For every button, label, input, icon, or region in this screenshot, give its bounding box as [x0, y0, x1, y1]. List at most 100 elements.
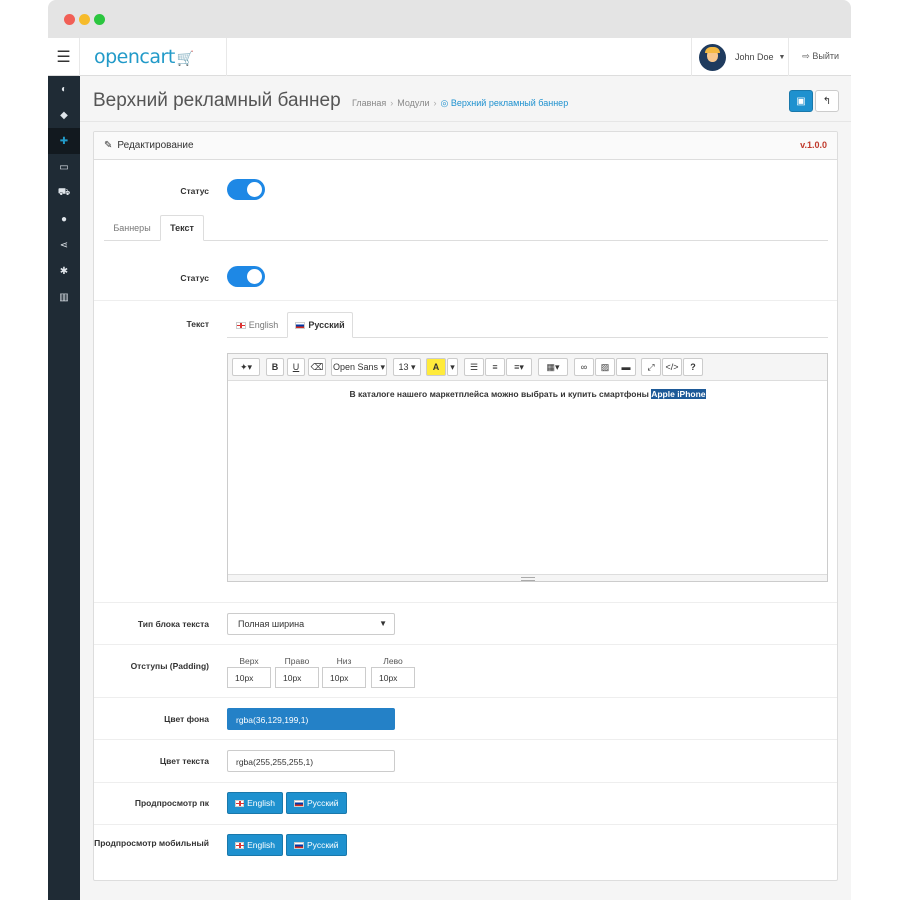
tab-lang-russian-label: Русский [308, 320, 345, 330]
text-color-button[interactable]: A [426, 358, 446, 376]
padding-right-input[interactable]: 10px [275, 667, 319, 688]
preview-mobile-russian-button[interactable]: Русский [286, 834, 347, 856]
preview-pc-label: Продпросмотр пк [134, 798, 209, 808]
editor-text: В каталоге нашего маркетплейса можно выб… [349, 389, 652, 399]
back-button[interactable]: ↰ [815, 90, 839, 112]
bar-chart-icon: ▥ [59, 291, 69, 303]
padding-bottom-label: Низ [336, 656, 352, 666]
divider [94, 824, 837, 825]
breadcrumb-home[interactable]: Главная [352, 98, 386, 108]
eraser-icon: ⌫ [310, 361, 324, 372]
fullscreen-button[interactable]: ⤢ [641, 358, 661, 376]
magic-wand-icon: ✦▾ [239, 361, 253, 372]
bold-button[interactable]: B [266, 358, 284, 376]
text-label: Текст [186, 319, 209, 329]
sidebar-item-marketing[interactable]: ⋖ [48, 232, 80, 258]
fullscreen-icon: ⤢ [647, 361, 655, 372]
share-icon: ⋖ [59, 239, 69, 251]
video-button[interactable]: ▬ [616, 358, 636, 376]
version-label: v.1.0.0 [800, 140, 827, 150]
breadcrumb: Главная › Модули › ◎ Верхний рекламный банне… [352, 98, 568, 109]
save-button[interactable]: ▣ [789, 90, 813, 112]
padding-left-input[interactable]: 10px [371, 667, 415, 688]
tab-text[interactable]: Текст [160, 215, 204, 241]
sidebar-item-catalog[interactable]: ◆ [48, 102, 80, 128]
sidebar-item-system[interactable]: ✱ [48, 258, 80, 284]
font-size-select[interactable]: 13 ▾ [393, 358, 421, 376]
underline-icon: U [292, 362, 300, 372]
text-color-label: Цвет текста [159, 756, 209, 766]
text-status-toggle[interactable] [227, 266, 265, 287]
underline-button[interactable]: U [287, 358, 305, 376]
help-button[interactable]: ? [683, 358, 703, 376]
preview-pc-russian-button[interactable]: Русский [286, 792, 347, 814]
ordered-list-button[interactable]: ≡ [485, 358, 505, 376]
sidebar-item-dashboard[interactable]: ◐ [48, 76, 80, 102]
chevron-down-icon: ▼ [778, 53, 786, 61]
text-color-input[interactable]: rgba(255,255,255,1) [227, 750, 395, 772]
rich-text-editor: ✦▾ B U ⌫ Open Sans ▾ 13 ▾ A ▾ ☰ ≡ ≡▾ ▦▾ … [227, 353, 828, 582]
main-content: Верхний рекламный баннер Главная › Модули ›… [80, 76, 851, 900]
editor-content[interactable]: В каталоге нашего маркетплейса можно выб… [228, 381, 827, 574]
status-label: Статус [180, 186, 209, 196]
user-menu[interactable]: John Doe ▼ [691, 38, 789, 76]
block-type-label: Тип блока текста [137, 619, 209, 629]
block-type-select[interactable]: Полная ширина ▼ [227, 613, 395, 635]
uk-flag-icon [235, 799, 245, 807]
preview-pc-english-button[interactable]: English [227, 792, 283, 814]
avatar [699, 43, 726, 71]
sidebar-item-customers[interactable]: ● [48, 206, 80, 232]
sidebar: ◐ ◆ ✚ ▭ ⛟ ● ⋖ ✱ ▥ [48, 76, 80, 900]
sidebar-item-design[interactable]: ▭ [48, 154, 80, 180]
table-button[interactable]: ▦▾ [538, 358, 568, 376]
divider [94, 782, 837, 783]
russia-flag-icon [294, 841, 304, 849]
panel-heading: ✎ Редактирование v.1.0.0 [94, 132, 837, 160]
close-window-dot[interactable] [64, 14, 75, 25]
text-color-dropdown[interactable]: ▾ [447, 358, 458, 376]
font-family-select[interactable]: Open Sans ▾ [331, 358, 387, 376]
preview-mobile-english-button[interactable]: English [227, 834, 283, 856]
font-color-icon: A [432, 362, 440, 372]
tab-lang-english[interactable]: English [227, 312, 287, 338]
gear-icon: ✱ [59, 265, 69, 277]
editor-selected-text: Apple iPhone [651, 389, 706, 399]
tab-lang-russian[interactable]: Русский [287, 312, 353, 338]
minimize-window-dot[interactable] [79, 14, 90, 25]
menu-toggle-icon[interactable]: ☰ [48, 38, 80, 76]
padding-top-input[interactable]: 10px [227, 667, 271, 688]
picture-button[interactable]: ▨ [595, 358, 615, 376]
tab-banners[interactable]: Баннеры [104, 215, 160, 241]
padding-bottom-input[interactable]: 10px [322, 667, 366, 688]
breadcrumb-modules[interactable]: Модули [397, 98, 429, 108]
magic-style-button[interactable]: ✦▾ [232, 358, 260, 376]
preview-pc-english-label: English [247, 798, 275, 808]
table-icon: ▦▾ [546, 361, 560, 372]
tab-lang-english-label: English [248, 320, 279, 330]
image-icon: ▨ [600, 361, 610, 372]
divider [94, 300, 837, 301]
eraser-button[interactable]: ⌫ [308, 358, 326, 376]
bg-color-input[interactable]: rgba(36,129,199,1) [227, 708, 395, 730]
status-toggle[interactable] [227, 179, 265, 200]
breadcrumb-current[interactable]: ◎ Верхний рекламный баннер [441, 98, 569, 108]
logo-text: opencart [94, 46, 175, 68]
divider [94, 644, 837, 645]
opencart-logo[interactable]: opencart 🛒 [94, 46, 194, 68]
preview-mobile-label: Продпросмотр мобильный [94, 838, 209, 848]
sidebar-item-sales[interactable]: ⛟ [48, 180, 80, 206]
logout-link[interactable]: ⇨ Выйти [802, 51, 839, 62]
sidebar-item-extensions[interactable]: ✚ [48, 128, 80, 154]
editor-resize-handle[interactable] [228, 574, 827, 581]
block-type-value: Полная ширина [238, 619, 305, 629]
maximize-window-dot[interactable] [94, 14, 105, 25]
code-view-button[interactable]: </> [662, 358, 682, 376]
divider [94, 697, 837, 698]
browser-window: ☰ opencart 🛒 John Doe ▼ ⇨ Выйти ◐ ◆ ✚ ▭ ⛟… [48, 0, 851, 900]
sidebar-item-reports[interactable]: ▥ [48, 284, 80, 310]
link-button[interactable]: ∞ [574, 358, 594, 376]
panel-title: ✎ Редактирование [104, 140, 194, 151]
unordered-list-button[interactable]: ☰ [464, 358, 484, 376]
paragraph-align-button[interactable]: ≡▾ [506, 358, 532, 376]
bg-color-label: Цвет фона [164, 714, 209, 724]
